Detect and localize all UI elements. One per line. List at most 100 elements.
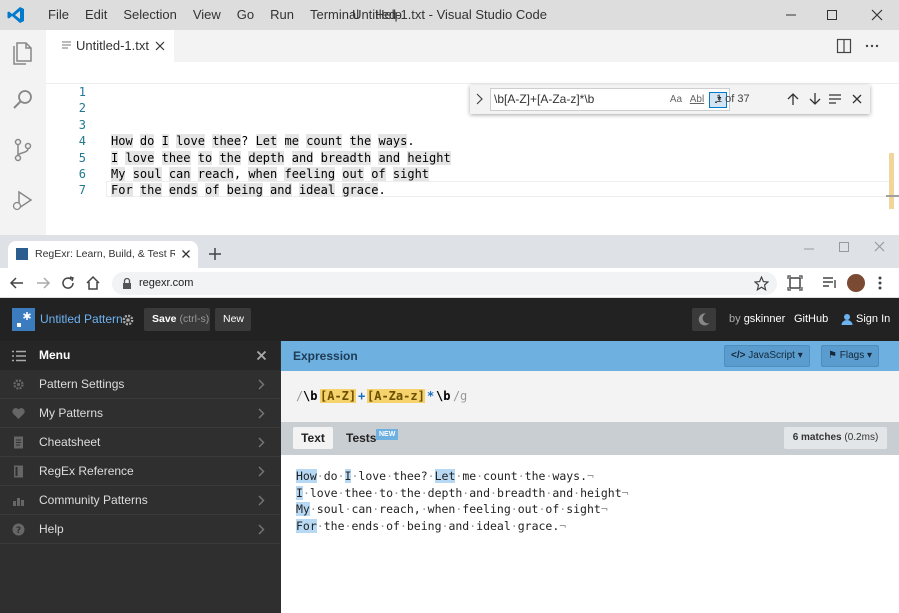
back-icon[interactable] [9, 275, 25, 291]
expr-word-boundary: \b [303, 389, 318, 403]
text-line: How·do·I·love·thee?·Let·me·count·the·way… [296, 469, 594, 483]
menu-run[interactable]: Run [262, 0, 302, 30]
profile-avatar[interactable] [847, 274, 865, 292]
expr-char-class: [A-Z] [320, 389, 357, 403]
regexr-main: Expression </> JavaScript ▾ ⚑ Flags ▾ / … [281, 341, 899, 613]
regexr-logo-icon[interactable] [12, 308, 35, 331]
url-text: regexr.com [139, 277, 194, 289]
minimize-button[interactable] [768, 0, 813, 30]
help-icon: ? [12, 523, 25, 536]
code-icon: </> [731, 350, 746, 361]
sidebar-item-regex-reference[interactable]: RegEx Reference [0, 457, 280, 486]
menu-title: Menu [39, 348, 71, 362]
menu-terminal[interactable]: Terminal [302, 0, 367, 30]
run-debug-icon[interactable] [8, 185, 38, 215]
code-line: I love thee to the depth and breadth and… [111, 150, 451, 165]
tab-text[interactable]: Text [293, 427, 333, 449]
chevron-right-icon [258, 437, 265, 448]
previous-match-icon[interactable] [786, 92, 800, 106]
github-link[interactable]: GitHub [794, 298, 828, 341]
menu-help[interactable]: Help [367, 0, 410, 30]
expr-char-class: [A-Za-z] [367, 389, 425, 403]
split-editor-icon[interactable] [836, 38, 852, 54]
matches-number: 6 matches [792, 432, 842, 443]
new-button[interactable]: New [215, 308, 251, 331]
theme-toggle-button[interactable] [692, 308, 716, 331]
code-line: For the ends of being and ideal grace. [111, 183, 386, 198]
tab-tests[interactable]: Tests [346, 427, 376, 449]
community-icon [13, 498, 24, 506]
sidebar-item-my-patterns[interactable]: My Patterns [0, 399, 280, 428]
browser-close-icon[interactable] [873, 240, 886, 253]
bookmark-star-icon[interactable] [754, 276, 769, 291]
expr-word-boundary: \b [436, 389, 451, 403]
sidebar-item-help[interactable]: ? Help [0, 515, 280, 544]
close-icon [871, 9, 882, 21]
test-text-editor[interactable]: How·do·I·love·thee?·Let·me·count·the·way… [281, 455, 899, 613]
sidebar-item-community-patterns[interactable]: Community Patterns [0, 486, 280, 515]
whole-word-toggle[interactable]: Abl [688, 92, 706, 108]
reading-list-icon[interactable] [822, 275, 838, 291]
chrome-menu-icon[interactable] [875, 275, 885, 291]
expr-flags: g [460, 389, 468, 403]
browser-maximize-icon[interactable] [838, 241, 850, 253]
minimize-icon [785, 14, 796, 16]
close-tab-icon[interactable] [153, 39, 167, 53]
match-case-toggle[interactable]: Aa [667, 92, 685, 108]
chevron-right-icon[interactable] [475, 93, 485, 105]
author-link[interactable]: gskinner [744, 313, 786, 325]
menu-selection[interactable]: Selection [115, 0, 184, 30]
search-icon[interactable] [8, 85, 38, 115]
sidebar-item-cheatsheet[interactable]: Cheatsheet [0, 428, 280, 457]
menu-file[interactable]: File [40, 0, 77, 30]
pattern-name[interactable]: Untitled Pattern [40, 298, 123, 341]
vscode-menubar: File Edit Selection View Go Run Terminal… [40, 0, 410, 30]
menu-go[interactable]: Go [229, 0, 262, 30]
explorer-icon[interactable] [8, 37, 38, 67]
more-actions-icon[interactable] [864, 38, 880, 54]
flags-label: Flags [839, 350, 865, 361]
gear-icon[interactable] [121, 313, 135, 327]
reload-icon[interactable] [60, 275, 76, 291]
tab-untitled-1[interactable]: Untitled-1.txt [46, 30, 174, 62]
close-tab-icon[interactable] [179, 247, 193, 261]
home-icon[interactable] [85, 275, 101, 291]
line-number: 4 [78, 134, 86, 149]
lock-icon [123, 278, 131, 289]
browser-minimize-icon[interactable] [803, 243, 815, 255]
close-window-button[interactable] [854, 0, 899, 30]
expression-header: Expression </> JavaScript ▾ ⚑ Flags ▾ [281, 341, 899, 371]
find-input[interactable]: \b[A-Z]+[A-Za-z]*\b Aa Abl .* [490, 88, 730, 111]
browser-tabstrip: RegExr: Learn, Build, & Test RegEx [0, 235, 899, 268]
regexr-app: Untitled Pattern Save (ctrl-s) New by gs… [0, 298, 899, 613]
save-button[interactable]: Save (ctrl-s) [144, 308, 210, 331]
flavor-dropdown[interactable]: </> JavaScript ▾ [724, 345, 810, 367]
scrollbar-cursor [886, 195, 899, 197]
expr-quantifier: * [427, 389, 435, 403]
next-match-icon[interactable] [808, 92, 822, 106]
source-control-icon[interactable] [8, 135, 38, 165]
sidebar-item-label: My Patterns [39, 406, 104, 420]
list-icon [12, 350, 26, 362]
regexr-favicon-icon [16, 248, 28, 260]
chevron-right-icon [258, 524, 265, 535]
maximize-button[interactable] [809, 0, 854, 30]
close-menu-icon[interactable] [256, 350, 267, 361]
sidebar-item-pattern-settings[interactable]: Pattern Settings [0, 370, 280, 399]
address-bar[interactable]: regexr.com [112, 272, 777, 295]
browser-tab-regexr[interactable]: RegExr: Learn, Build, & Test RegEx [8, 241, 198, 268]
close-find-icon[interactable] [851, 93, 863, 105]
expression-editor[interactable]: / \b [A-Z] + [A-Za-z] * \b / g [281, 371, 899, 422]
save-shortcut: (ctrl-s) [179, 313, 210, 325]
scrollbar-marker [889, 153, 894, 209]
forward-icon[interactable] [35, 275, 51, 291]
find-in-selection-icon[interactable] [828, 92, 842, 106]
sign-in-link[interactable]: Sign In [841, 298, 890, 341]
menu-view[interactable]: View [185, 0, 229, 30]
chevron-right-icon [258, 379, 265, 390]
new-tab-icon[interactable] [206, 245, 224, 263]
menu-edit[interactable]: Edit [77, 0, 115, 30]
screen-capture-icon[interactable] [787, 275, 803, 291]
flags-dropdown[interactable]: ⚑ Flags ▾ [821, 345, 880, 367]
find-widget: \b[A-Z]+[A-Za-z]*\b Aa Abl .* 1 of 37 [470, 85, 870, 114]
